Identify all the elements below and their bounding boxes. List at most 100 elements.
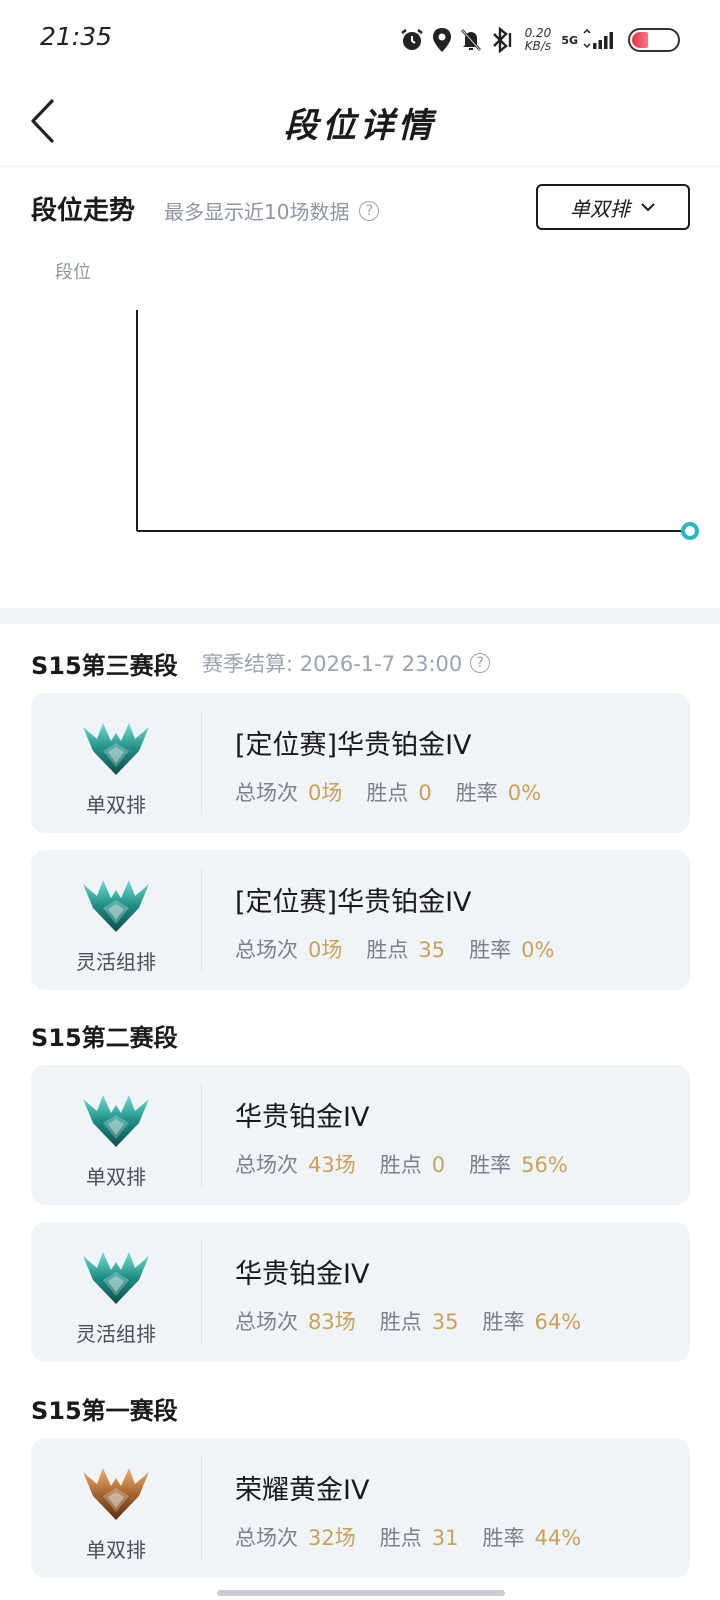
rank-trend-chart <box>136 310 699 540</box>
winrate-label: 胜率 <box>469 938 512 962</box>
help-icon[interactable]: ? <box>470 653 491 673</box>
bluetooth-icon <box>492 27 511 53</box>
trend-title: 段位走势 <box>31 196 136 226</box>
winrate-value: 44% <box>534 1526 582 1550</box>
lp-value: 35 <box>418 938 446 962</box>
rank-name: 华贵铂金IV <box>235 1259 370 1290</box>
status-icons: 0.20 KB/s 5G <box>399 24 680 56</box>
season-title: S15第二赛段 <box>31 1024 178 1052</box>
games-stat: 总场次 32场 <box>235 1522 356 1552</box>
rank-emblem-block: 单双排 <box>31 1438 201 1578</box>
card-divider <box>201 868 202 972</box>
winrate-value: 0% <box>507 781 542 805</box>
lp-stat: 胜点 35 <box>366 934 445 964</box>
queue-label: 单双排 <box>86 793 146 817</box>
trend-subtitle-text: 最多显示近10场数据 <box>164 200 350 224</box>
lp-label: 胜点 <box>379 1153 422 1177</box>
lp-stat: 胜点 0 <box>380 1149 445 1179</box>
winrate-label: 胜率 <box>482 1310 525 1334</box>
rank-name: [定位赛]华贵铂金IV <box>235 730 472 761</box>
lp-label: 胜点 <box>366 781 409 805</box>
season-title: S15第一赛段 <box>31 1397 178 1425</box>
winrate-label: 胜率 <box>482 1526 525 1550</box>
net-speed-unit: KB/s <box>524 39 552 53</box>
games-value: 0场 <box>308 938 343 962</box>
gold-emblem-icon <box>83 1468 149 1520</box>
games-stat: 总场次 0场 <box>235 934 342 964</box>
winrate-label: 胜率 <box>455 781 498 805</box>
rank-name: 华贵铂金IV <box>235 1102 370 1133</box>
games-label: 总场次 <box>235 1153 298 1177</box>
card-divider <box>201 1083 202 1187</box>
rank-card[interactable]: 单双排 荣耀黄金IV 总场次 32场 胜点 31 胜率 44% <box>31 1438 690 1578</box>
status-time: 21:35 <box>40 22 113 51</box>
platinum-emblem-icon <box>83 880 149 932</box>
games-value: 43场 <box>308 1153 356 1177</box>
lp-stat: 胜点 0 <box>366 777 431 807</box>
card-divider <box>201 1240 202 1344</box>
platinum-emblem-icon <box>83 723 149 775</box>
chart-y-axis-label: 段位 <box>55 262 91 283</box>
queue-dropdown[interactable]: 单双排 <box>536 184 690 230</box>
queue-label: 单双排 <box>86 1165 146 1189</box>
games-value: 83场 <box>308 1310 356 1334</box>
lp-stat: 胜点 35 <box>380 1306 459 1336</box>
winrate-stat: 胜率 44% <box>482 1522 581 1552</box>
rank-stats: 总场次 0场 胜点 35 胜率 0% <box>235 934 578 964</box>
winrate-stat: 胜率 0% <box>456 777 541 807</box>
queue-label: 灵活组排 <box>76 1322 156 1346</box>
lp-value: 0 <box>431 1153 446 1177</box>
games-label: 总场次 <box>235 938 298 962</box>
status-bar: 21:35 0.20 KB/s 5G <box>0 0 720 80</box>
winrate-value: 64% <box>534 1310 582 1334</box>
games-stat: 总场次 83场 <box>235 1306 356 1336</box>
rank-card[interactable]: 灵活组排 华贵铂金IV 总场次 83场 胜点 35 胜率 64% <box>31 1222 690 1362</box>
games-label: 总场次 <box>235 1310 298 1334</box>
chart-data-point <box>681 522 699 540</box>
alarm-icon <box>400 29 423 50</box>
chevron-down-icon <box>641 203 655 212</box>
lp-value: 35 <box>431 1310 459 1334</box>
lp-label: 胜点 <box>379 1310 422 1334</box>
games-stat: 总场次 43场 <box>235 1149 356 1179</box>
battery-icon <box>628 28 680 52</box>
help-icon[interactable]: ? <box>359 200 380 221</box>
winrate-value: 0% <box>521 938 555 962</box>
winrate-stat: 胜率 0% <box>469 934 554 964</box>
lp-label: 胜点 <box>366 938 409 962</box>
winrate-stat: 胜率 56% <box>469 1149 568 1179</box>
rank-emblem-block: 灵活组排 <box>31 1222 201 1362</box>
queue-label: 灵活组排 <box>76 950 156 974</box>
home-indicator[interactable] <box>217 1590 505 1596</box>
games-value: 32场 <box>308 1526 356 1550</box>
queue-dropdown-value: 单双排 <box>570 196 630 221</box>
mute-icon <box>460 29 481 51</box>
rank-emblem-block: 灵活组排 <box>31 850 201 990</box>
lp-value: 31 <box>431 1526 459 1550</box>
rank-card[interactable]: 灵活组排 [定位赛]华贵铂金IV 总场次 0场 胜点 35 胜率 0% <box>31 850 690 990</box>
lp-value: 0 <box>418 781 432 805</box>
page-header: 段位详情 <box>0 80 720 167</box>
card-divider <box>201 1456 202 1560</box>
page-title: 段位详情 <box>284 106 436 146</box>
rank-stats: 总场次 83场 胜点 35 胜率 64% <box>235 1306 605 1336</box>
network-speed: 0.20 KB/s <box>525 27 552 53</box>
rank-name: [定位赛]华贵铂金IV <box>235 887 472 918</box>
rank-card[interactable]: 单双排 [定位赛]华贵铂金IV 总场次 0场 胜点 0 胜率 0% <box>31 693 690 833</box>
season-settlement: 赛季结算: 2026-1-7 23:00? <box>202 648 491 678</box>
rank-emblem-block: 单双排 <box>31 693 201 833</box>
rank-trend-section: 段位走势 最多显示近10场数据 ? 单双排 段位 <box>0 166 720 608</box>
signal-icon <box>583 29 613 49</box>
rank-stats: 总场次 0场 胜点 0 胜率 0% <box>235 777 565 807</box>
card-divider <box>201 711 202 815</box>
season-title: S15第三赛段 <box>31 652 178 680</box>
rank-card[interactable]: 单双排 华贵铂金IV 总场次 43场 胜点 0 胜率 56% <box>31 1065 690 1205</box>
section-divider <box>0 608 720 624</box>
platinum-emblem-icon <box>83 1095 149 1147</box>
network-type: 5G <box>561 33 578 47</box>
games-stat: 总场次 0场 <box>235 777 342 807</box>
winrate-value: 56% <box>521 1153 568 1177</box>
games-label: 总场次 <box>235 1526 298 1550</box>
trend-subtitle: 最多显示近10场数据 ? <box>164 196 380 225</box>
rank-stats: 总场次 32场 胜点 31 胜率 44% <box>235 1522 605 1552</box>
